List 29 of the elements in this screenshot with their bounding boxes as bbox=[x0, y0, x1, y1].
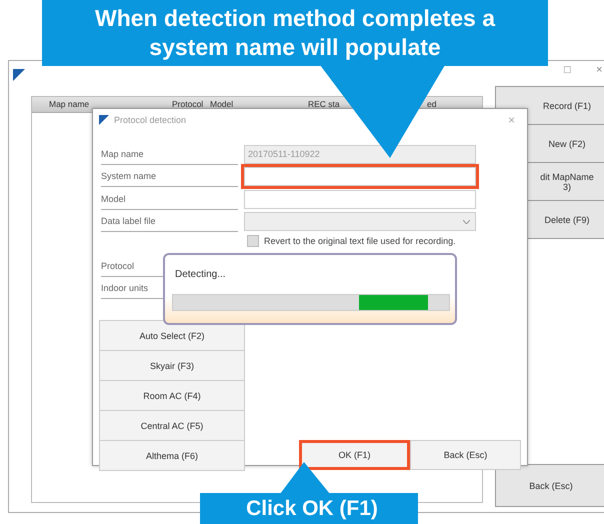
type-button[interactable]: Althema (F6) bbox=[99, 440, 245, 471]
field-label: Map name bbox=[101, 144, 238, 165]
input-field[interactable] bbox=[244, 190, 476, 209]
column-header: ed bbox=[427, 99, 436, 109]
window-control[interactable]: × bbox=[596, 64, 602, 76]
column-header: Protocol bbox=[172, 99, 204, 109]
callout-text: Click OK (F1) bbox=[246, 496, 378, 520]
callout-text: When detection method completes a system name will populate bbox=[95, 5, 495, 60]
app-icon bbox=[13, 69, 25, 81]
action-button[interactable]: Back (Esc) bbox=[410, 440, 521, 470]
type-button[interactable]: Room AC (F4) bbox=[99, 380, 245, 411]
progress-title: Detecting... bbox=[175, 269, 226, 280]
field-label: Data label file bbox=[101, 211, 238, 232]
column-header: Model bbox=[210, 99, 234, 109]
app-icon bbox=[99, 115, 109, 125]
checkbox[interactable] bbox=[247, 235, 259, 247]
column-header: Map name bbox=[49, 99, 90, 109]
window-control[interactable]: □ bbox=[564, 64, 571, 76]
chevron-icon bbox=[463, 220, 470, 224]
action-button[interactable]: OK (F1) bbox=[299, 440, 410, 470]
checkbox-label: Revert to the original text file used for recording. bbox=[264, 236, 456, 246]
dialog-title: Protocol detection bbox=[114, 115, 186, 125]
field-label: System name bbox=[101, 166, 238, 188]
type-button[interactable]: Skyair (F3) bbox=[99, 350, 245, 381]
back-button[interactable]: Back (Esc) bbox=[495, 464, 604, 507]
type-button[interactable]: Central AC (F5) bbox=[99, 410, 245, 441]
input-field[interactable] bbox=[244, 167, 476, 186]
field-label: Model bbox=[101, 188, 238, 210]
column-header: REC sta bbox=[308, 99, 340, 109]
